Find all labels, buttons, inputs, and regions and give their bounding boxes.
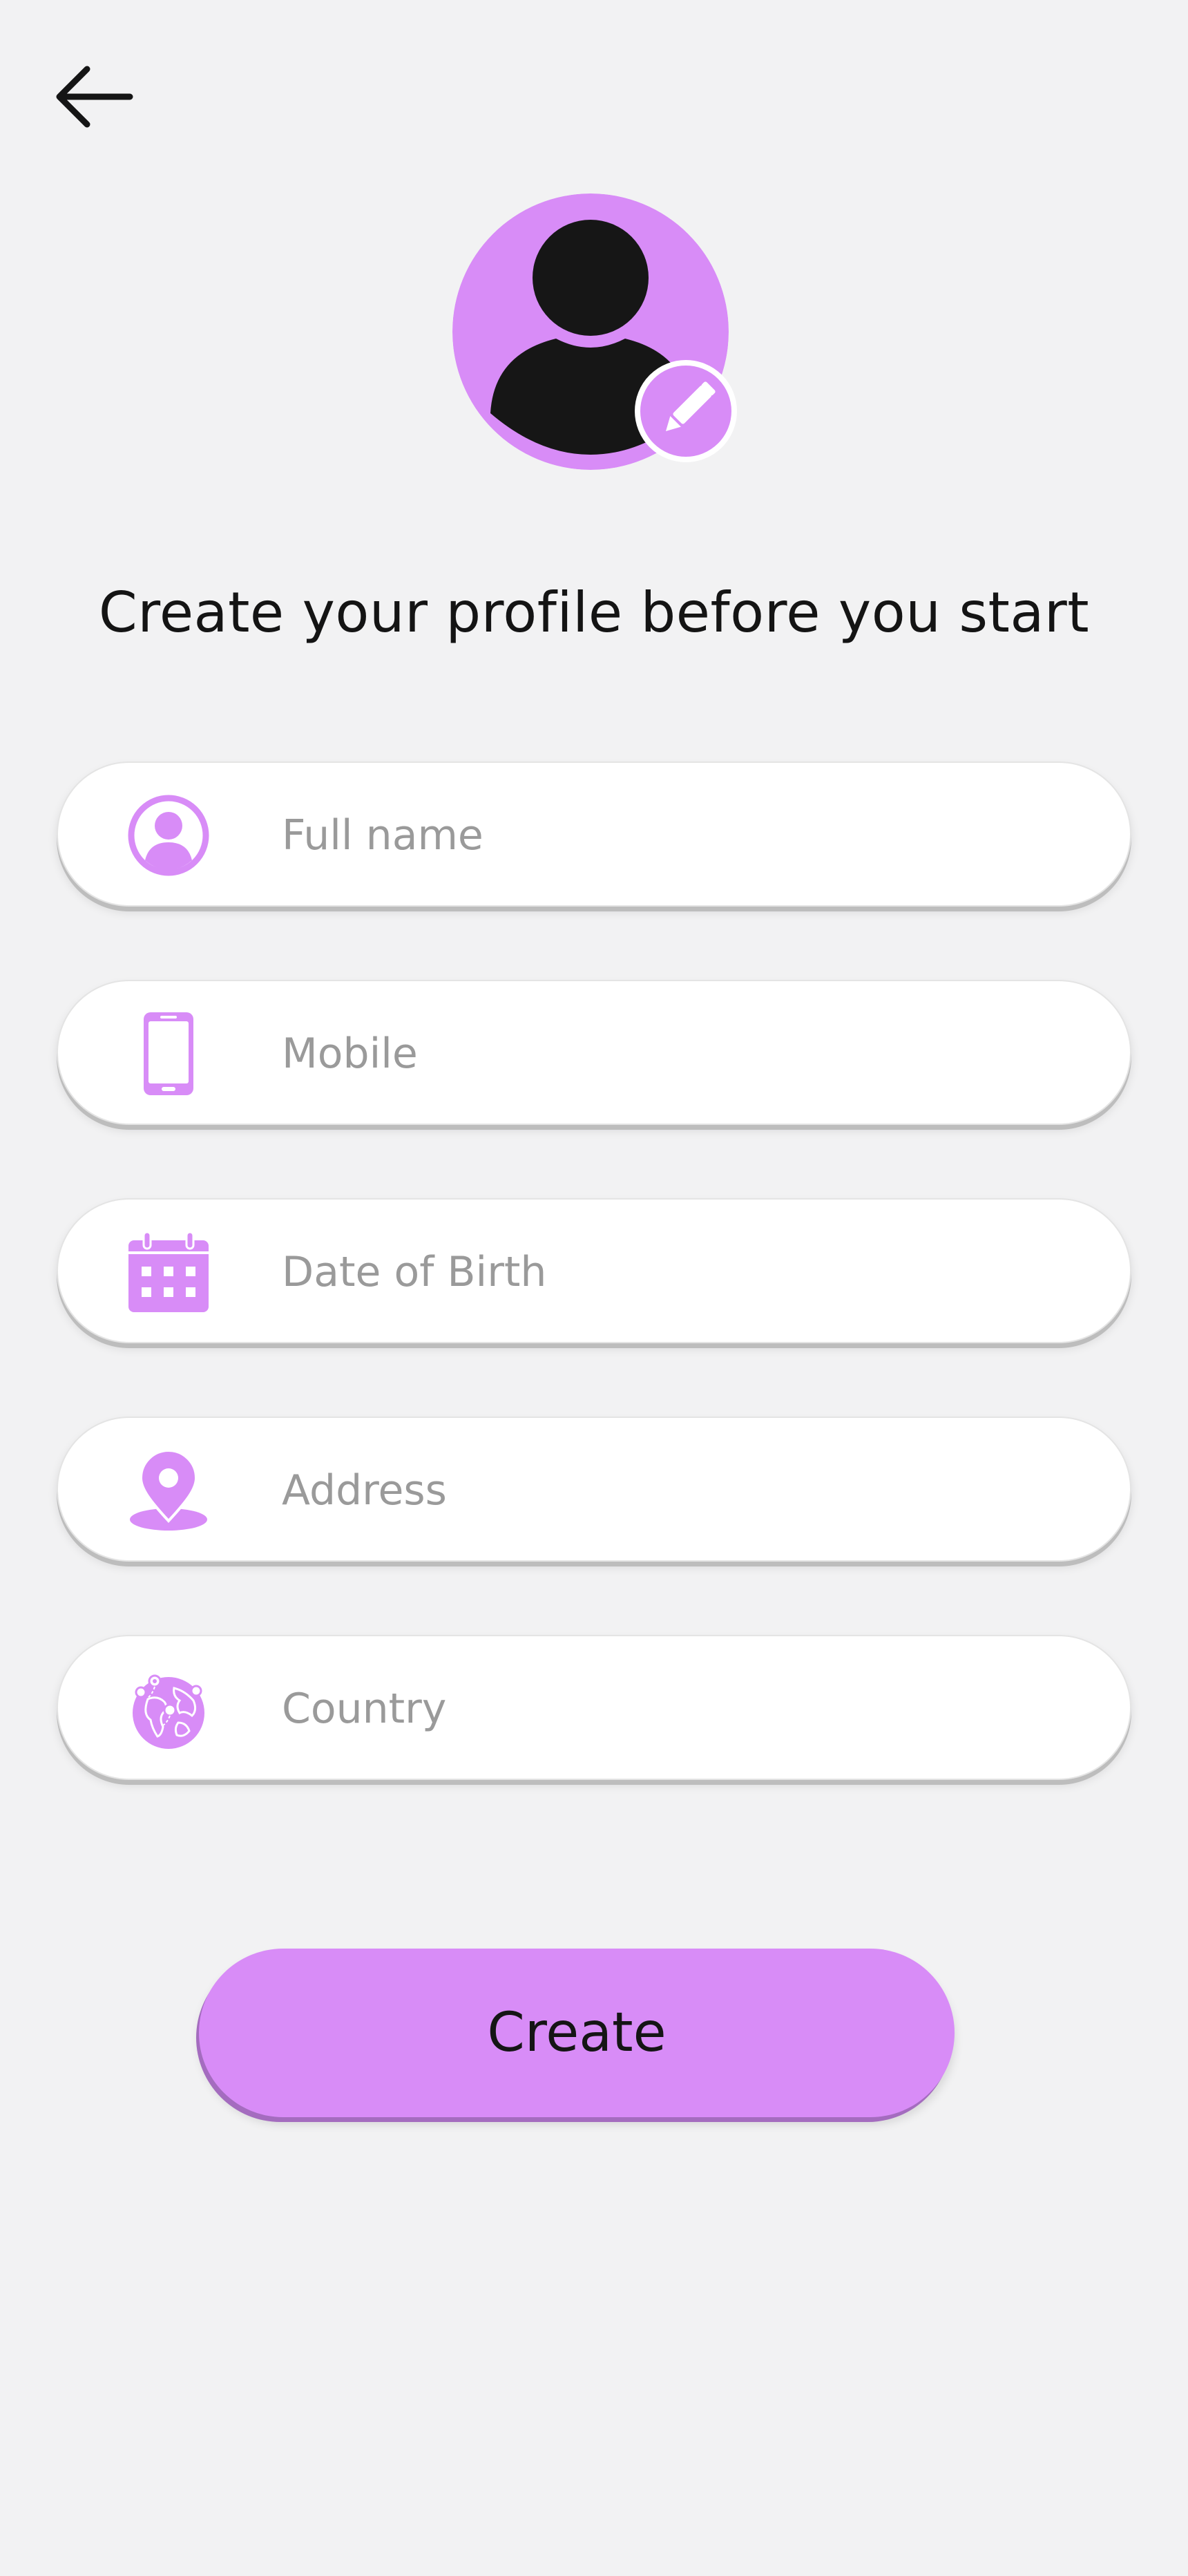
page-title: Create your profile before you start (98, 580, 1090, 645)
full-name-field[interactable] (57, 761, 1131, 907)
address-input[interactable] (282, 1446, 1076, 1535)
pencil-icon (635, 360, 737, 462)
arrow-left-icon (56, 66, 133, 128)
country-field[interactable] (57, 1635, 1131, 1780)
edit-avatar-button[interactable] (634, 359, 738, 463)
profile-avatar-section (452, 193, 737, 470)
create-button[interactable]: Create (199, 1949, 955, 2117)
back-button[interactable] (48, 55, 145, 138)
full-name-input[interactable] (282, 790, 1076, 880)
date-of-birth-field[interactable] (57, 1198, 1131, 1343)
user-circle-icon (127, 794, 210, 877)
mobile-input[interactable] (282, 1009, 1076, 1099)
country-input[interactable] (282, 1664, 1076, 1754)
date-of-birth-input[interactable] (282, 1227, 1076, 1317)
globe-icon (127, 1667, 210, 1750)
address-field[interactable] (57, 1417, 1131, 1562)
calendar-icon (127, 1231, 210, 1314)
create-profile-screen: Create your profile before you start Ful… (0, 0, 1188, 2576)
smartphone-icon (127, 1012, 210, 1095)
map-pin-icon (127, 1449, 210, 1532)
mobile-field[interactable] (57, 980, 1131, 1125)
